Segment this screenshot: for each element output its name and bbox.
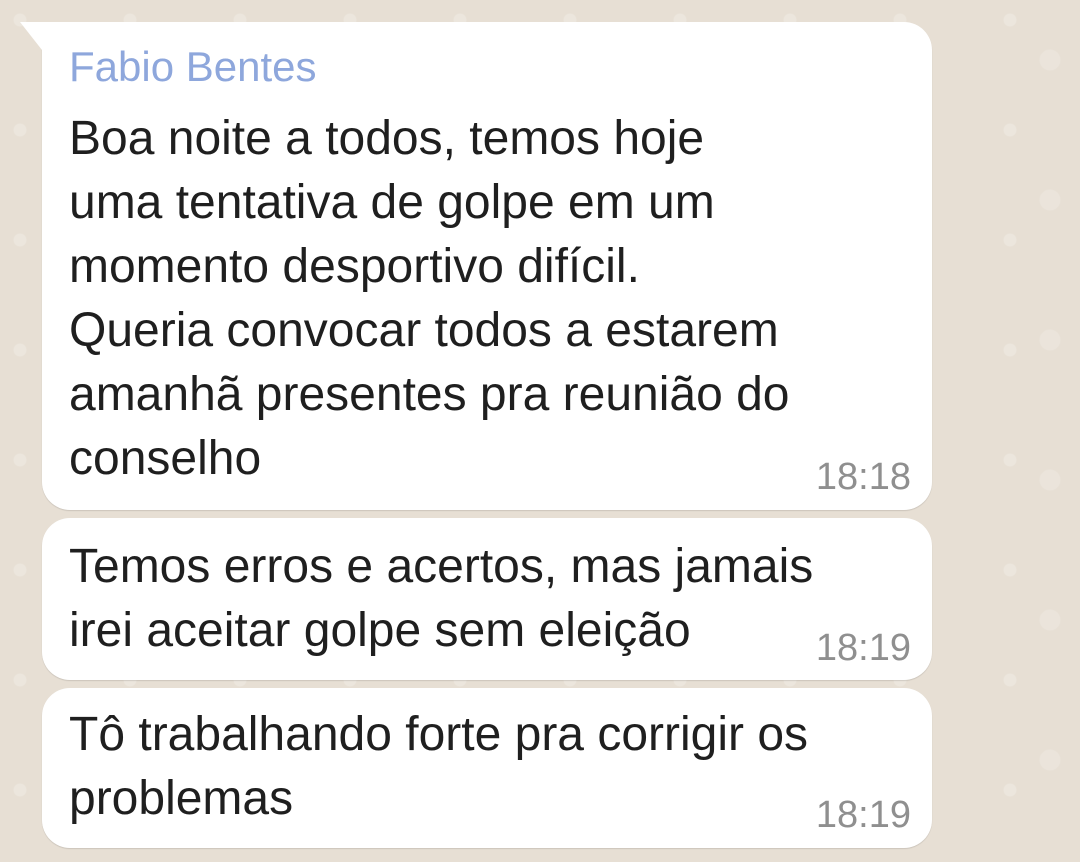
message-bubble[interactable]: Fabio Bentes Boa noite a todos, temos ho… [20, 22, 932, 510]
message-time: 18:18 [815, 456, 911, 498]
message-bubble[interactable]: Tô trabalhando forte pra corrigir os pro… [42, 688, 932, 848]
chat-message-list: Fabio Bentes Boa noite a todos, temos ho… [0, 0, 1080, 862]
sender-name[interactable]: Fabio Bentes [69, 43, 317, 91]
message-text: Temos erros e acertos, mas jamais irei a… [69, 540, 814, 657]
bubble-tail [20, 22, 42, 50]
message-time: 18:19 [815, 627, 911, 669]
message-bubble[interactable]: Temos erros e acertos, mas jamais irei a… [42, 518, 932, 680]
message-text: Tô trabalhando forte pra corrigir os pro… [69, 708, 809, 825]
message-time: 18:19 [815, 794, 911, 836]
message-text: Boa noite a todos, temos hoje uma tentat… [69, 112, 790, 485]
